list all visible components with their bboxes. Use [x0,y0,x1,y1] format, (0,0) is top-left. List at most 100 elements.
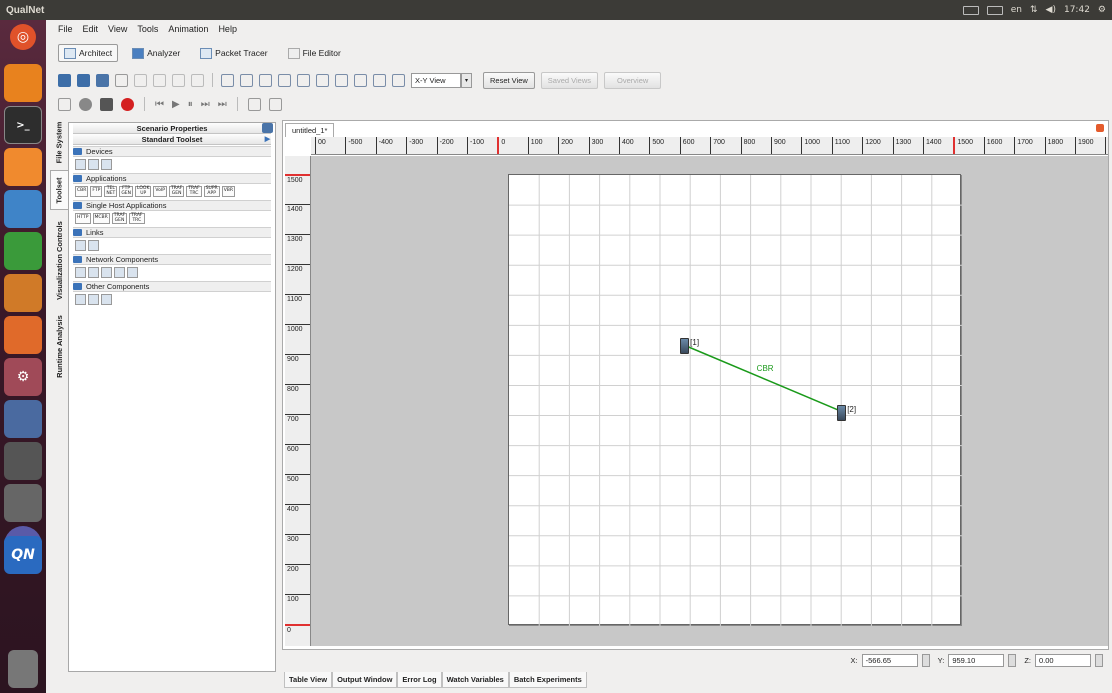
copy-icon[interactable] [153,73,166,87]
trash-icon[interactable] [8,650,38,688]
network-icon[interactable]: ⇅ [1030,5,1038,15]
toolset-item-button[interactable] [75,267,86,278]
toolset-section-header[interactable]: Devices [73,146,271,157]
toolset-item-button[interactable]: VBR [221,186,235,197]
language-indicator[interactable]: en [1011,5,1022,15]
wand-icon[interactable] [354,73,367,87]
view-select[interactable]: X-Y View ▾ [411,72,472,88]
lasso-icon[interactable] [240,73,253,87]
collapse-icon[interactable] [73,229,82,236]
y-spinner[interactable] [1008,653,1017,667]
menu-edit[interactable]: Edit [83,24,99,34]
tab-batch-experiments[interactable]: Batch Experiments [508,672,587,688]
close-icon[interactable] [1096,124,1104,132]
toolset-item-button[interactable]: TEL NET [104,186,118,197]
clapperboard-icon[interactable] [100,97,113,111]
toolset-section-header[interactable]: Other Components [73,281,271,292]
standard-toolset-header[interactable]: Standard Toolset ▶ [73,134,271,145]
reset-view-button[interactable]: Reset View [483,71,535,89]
toolset-item-button[interactable]: VoIP [153,186,167,197]
open-icon[interactable] [77,73,90,87]
properties-icon[interactable] [262,123,273,133]
toolset-item-button[interactable] [101,267,112,278]
z-spinner[interactable] [1095,653,1103,667]
toolset-item-button[interactable] [75,159,86,170]
collapse-icon[interactable] [73,256,82,263]
qualnet-icon[interactable]: QN [4,536,42,574]
toolset-item-button[interactable]: FTP [90,186,103,197]
tab-toolset[interactable]: Toolset [50,170,68,210]
settings-icon[interactable] [79,97,92,111]
delete-icon[interactable] [191,73,204,87]
toolset-item-button[interactable] [75,294,86,305]
zoom-in-icon[interactable] [297,73,310,87]
tab-watch-variables[interactable]: Watch Variables [441,672,509,688]
volume-icon[interactable]: ◀) [1046,5,1056,15]
collapse-icon[interactable] [73,148,82,155]
menu-view[interactable]: View [108,24,127,34]
toolset-item-button[interactable] [88,240,99,251]
toolset-section-header[interactable]: Single Host Applications [73,200,271,211]
scenario-properties-header[interactable]: Scenario Properties [73,123,273,134]
document-tab[interactable]: untitled_1* [285,123,335,137]
record-icon[interactable] [121,97,134,111]
rotate-icon[interactable] [278,73,291,87]
toolset-item-button[interactable]: TRAF TRC [186,186,202,197]
step-icon[interactable]: ⏭ [201,99,210,110]
toolset-item-button[interactable]: TRAF GEN [111,213,128,224]
terminal-icon[interactable]: >_ [4,106,42,144]
network-node-icon[interactable] [680,338,690,355]
collapse-icon[interactable] [73,175,82,182]
input-method-icon[interactable] [986,5,1003,15]
check-scenario-icon[interactable] [58,97,71,111]
toolset-item-button[interactable] [88,159,99,170]
network-node-icon[interactable] [837,404,847,421]
pause-icon[interactable]: ⏸ [188,99,193,110]
menu-help[interactable]: Help [218,24,237,34]
toolset-item-button[interactable] [75,240,86,251]
toolset-item-button[interactable]: FTP GEN [119,186,134,197]
scenario-canvas[interactable]: CBR [1] [2] [311,156,1108,646]
system-settings-icon[interactable]: ⚙ [4,358,42,396]
software-center-icon[interactable] [4,316,42,354]
drive-icon[interactable] [4,484,42,522]
layer-icon[interactable] [392,73,405,87]
file-editor-mode-button[interactable]: File Editor [282,44,347,62]
select-pointer-icon[interactable] [221,73,234,87]
toolset-item-button[interactable]: HTTP [75,213,91,224]
writer-icon[interactable] [4,190,42,228]
toolset-section-header[interactable]: Links [73,227,271,238]
files-icon[interactable] [4,148,42,186]
save-icon[interactable] [96,73,109,87]
toolset-section-header[interactable]: Network Components [73,254,271,265]
pan-hand-icon[interactable] [259,73,272,87]
workspace-icon[interactable] [4,442,42,480]
x-coordinate-field[interactable]: -566.65 [861,653,918,667]
edit-icon[interactable] [247,97,261,111]
tab-table-view[interactable]: Table View [284,672,333,688]
collapse-icon[interactable] [73,202,82,209]
clock[interactable]: 17:42 [1064,5,1090,15]
zoom-out-icon[interactable] [316,73,329,87]
toolset-item-button[interactable] [127,267,138,278]
cut-icon[interactable] [134,73,147,87]
tab-runtime-analysis[interactable]: Runtime Analysis [50,310,68,382]
keyboard-icon[interactable] [962,5,979,15]
toolset-item-button[interactable]: TRAF GEN [168,186,185,197]
menu-tools[interactable]: Tools [137,24,158,34]
measure-icon[interactable] [335,73,348,87]
calc-icon[interactable] [4,232,42,270]
toolset-item-button[interactable]: TRAF TRC [129,213,145,224]
y-coordinate-field[interactable]: 959.10 [948,653,1005,667]
toolset-item-button[interactable] [114,267,125,278]
menu-file[interactable]: File [58,24,73,34]
x-spinner[interactable] [921,653,930,667]
impress-icon[interactable] [4,274,42,312]
toolset-section-header[interactable]: Applications [73,173,271,184]
analyzer-mode-button[interactable]: Analyzer [126,44,186,62]
toolset-item-button[interactable]: LOOK UP [135,186,152,197]
architect-mode-button[interactable]: Architect [58,44,119,62]
menu-animation[interactable]: Animation [168,24,208,34]
new-scenario-icon[interactable] [58,73,71,87]
settings-gear-icon[interactable]: ⚙ [1098,5,1106,15]
